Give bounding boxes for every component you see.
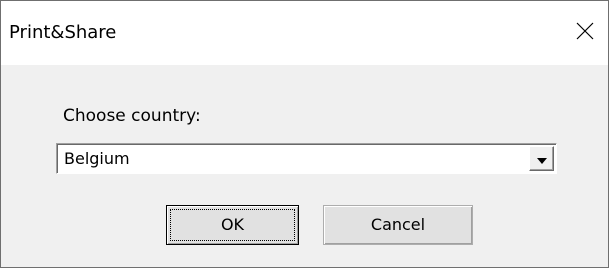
close-icon — [576, 22, 594, 44]
dialog-window: Print&Share Choose country: Belgium OK C… — [0, 0, 609, 268]
ok-button[interactable]: OK — [166, 205, 299, 245]
ok-button-label: OK — [220, 215, 245, 234]
cancel-button[interactable]: Cancel — [323, 205, 473, 245]
country-select[interactable]: Belgium — [56, 143, 557, 174]
title-bar[interactable]: Print&Share — [1, 1, 608, 65]
close-button[interactable] — [562, 1, 608, 65]
window-title: Print&Share — [9, 22, 117, 43]
cancel-button-label: Cancel — [370, 215, 426, 234]
dropdown-button[interactable] — [529, 146, 554, 171]
chevron-down-icon — [536, 149, 547, 168]
choose-country-label: Choose country: — [63, 106, 201, 126]
dialog-body: Choose country: Belgium OK Cancel — [1, 65, 608, 267]
country-select-value: Belgium — [64, 149, 130, 168]
